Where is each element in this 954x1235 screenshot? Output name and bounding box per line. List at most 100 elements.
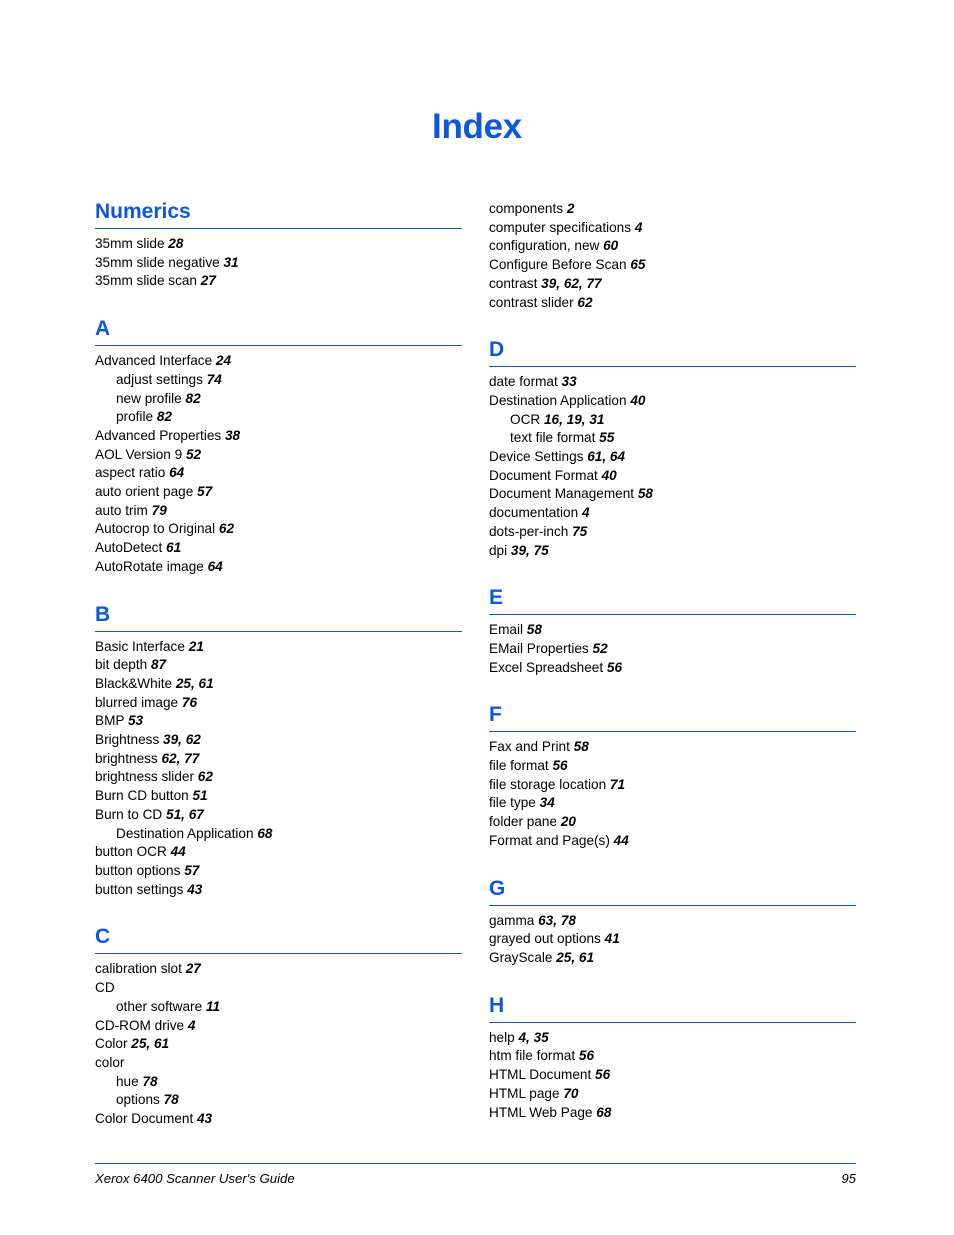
index-entry-pages[interactable]: 28: [168, 236, 183, 251]
index-entry[interactable]: contrast 39, 62, 77: [489, 275, 856, 294]
index-entry-pages[interactable]: 70: [563, 1086, 578, 1101]
index-entry-pages[interactable]: 38: [225, 428, 240, 443]
index-entry-pages[interactable]: 44: [171, 844, 186, 859]
index-entry[interactable]: date format 33: [489, 373, 856, 392]
index-entry[interactable]: Advanced Interface 24: [95, 352, 462, 371]
index-entry-pages[interactable]: 74: [207, 372, 222, 387]
index-entry[interactable]: dots-per-inch 75: [489, 523, 856, 542]
index-entry-pages[interactable]: 16, 19, 31: [544, 412, 604, 427]
index-entry-pages[interactable]: 39, 62: [163, 732, 201, 747]
index-entry[interactable]: file storage location 71: [489, 776, 856, 795]
index-sub-entry[interactable]: text file format 55: [489, 429, 856, 448]
index-entry-pages[interactable]: 21: [189, 639, 204, 654]
index-entry-pages[interactable]: 56: [607, 660, 622, 675]
index-entry[interactable]: blurred image 76: [95, 694, 462, 713]
index-entry[interactable]: HTML page 70: [489, 1085, 856, 1104]
index-entry[interactable]: BMP 53: [95, 712, 462, 731]
index-entry[interactable]: Brightness 39, 62: [95, 731, 462, 750]
index-entry[interactable]: contrast slider 62: [489, 294, 856, 313]
index-entry-pages[interactable]: 34: [540, 795, 555, 810]
index-entry-pages[interactable]: 25, 61: [131, 1036, 169, 1051]
index-entry[interactable]: HTML Document 56: [489, 1066, 856, 1085]
index-entry-pages[interactable]: 52: [593, 641, 608, 656]
index-entry[interactable]: Document Format 40: [489, 467, 856, 486]
index-entry-pages[interactable]: 63, 78: [538, 913, 576, 928]
index-entry[interactable]: Burn to CD 51, 67: [95, 806, 462, 825]
index-entry[interactable]: Burn CD button 51: [95, 787, 462, 806]
index-entry[interactable]: Email 58: [489, 621, 856, 640]
index-entry[interactable]: AutoDetect 61: [95, 539, 462, 558]
index-entry[interactable]: brightness slider 62: [95, 768, 462, 787]
index-entry[interactable]: components 2: [489, 200, 856, 219]
index-entry-pages[interactable]: 61: [166, 540, 181, 555]
index-entry[interactable]: AOL Version 9 52: [95, 446, 462, 465]
index-entry[interactable]: Configure Before Scan 65: [489, 256, 856, 275]
index-entry-pages[interactable]: 27: [186, 961, 201, 976]
index-sub-entry[interactable]: adjust settings 74: [95, 371, 462, 390]
index-entry[interactable]: file type 34: [489, 794, 856, 813]
index-entry-pages[interactable]: 71: [610, 777, 625, 792]
index-entry-pages[interactable]: 58: [638, 486, 653, 501]
index-entry-pages[interactable]: 61, 64: [587, 449, 625, 464]
index-entry[interactable]: Document Management 58: [489, 485, 856, 504]
index-entry-pages[interactable]: 25, 61: [176, 676, 214, 691]
index-entry-pages[interactable]: 31: [223, 255, 238, 270]
index-entry-pages[interactable]: 55: [599, 430, 614, 445]
index-entry[interactable]: HTML Web Page 68: [489, 1104, 856, 1123]
index-entry-pages[interactable]: 79: [152, 503, 167, 518]
index-entry[interactable]: Basic Interface 21: [95, 638, 462, 657]
index-entry-pages[interactable]: 53: [128, 713, 143, 728]
index-sub-entry[interactable]: Destination Application 68: [95, 825, 462, 844]
index-entry[interactable]: brightness 62, 77: [95, 750, 462, 769]
index-entry[interactable]: computer specifications 4: [489, 219, 856, 238]
index-entry[interactable]: Format and Page(s) 44: [489, 832, 856, 851]
index-entry-pages[interactable]: 40: [630, 393, 645, 408]
index-entry-pages[interactable]: 62: [577, 295, 592, 310]
index-entry-pages[interactable]: 62: [198, 769, 213, 784]
index-entry[interactable]: Fax and Print 58: [489, 738, 856, 757]
index-entry[interactable]: Black&White 25, 61: [95, 675, 462, 694]
index-entry-pages[interactable]: 27: [201, 273, 216, 288]
index-entry-pages[interactable]: 82: [186, 391, 201, 406]
index-entry[interactable]: button OCR 44: [95, 843, 462, 862]
index-entry-pages[interactable]: 51, 67: [166, 807, 204, 822]
index-entry[interactable]: button options 57: [95, 862, 462, 881]
index-entry[interactable]: aspect ratio 64: [95, 464, 462, 483]
index-entry[interactable]: file format 56: [489, 757, 856, 776]
index-entry[interactable]: Device Settings 61, 64: [489, 448, 856, 467]
index-entry-pages[interactable]: 41: [605, 931, 620, 946]
index-entry[interactable]: Autocrop to Original 62: [95, 520, 462, 539]
index-entry[interactable]: CD-ROM drive 4: [95, 1017, 462, 1036]
index-entry-pages[interactable]: 39, 75: [511, 543, 549, 558]
index-entry-pages[interactable]: 56: [579, 1048, 594, 1063]
index-entry[interactable]: auto trim 79: [95, 502, 462, 521]
index-sub-entry[interactable]: new profile 82: [95, 390, 462, 409]
index-entry[interactable]: documentation 4: [489, 504, 856, 523]
index-entry-pages[interactable]: 62: [219, 521, 234, 536]
index-entry-pages[interactable]: 76: [182, 695, 197, 710]
index-entry[interactable]: grayed out options 41: [489, 930, 856, 949]
index-entry-pages[interactable]: 78: [164, 1092, 179, 1107]
index-entry-pages[interactable]: 57: [197, 484, 212, 499]
index-entry-pages[interactable]: 33: [562, 374, 577, 389]
index-entry[interactable]: Excel Spreadsheet 56: [489, 659, 856, 678]
index-entry-pages[interactable]: 4: [188, 1018, 196, 1033]
index-entry-pages[interactable]: 68: [596, 1105, 611, 1120]
index-entry-pages[interactable]: 4: [582, 505, 590, 520]
index-entry[interactable]: auto orient page 57: [95, 483, 462, 502]
index-entry[interactable]: 35mm slide 28: [95, 235, 462, 254]
index-entry[interactable]: 35mm slide scan 27: [95, 272, 462, 291]
index-entry-pages[interactable]: 56: [552, 758, 567, 773]
index-entry-pages[interactable]: 87: [151, 657, 166, 672]
index-entry-pages[interactable]: 65: [630, 257, 645, 272]
index-entry-pages[interactable]: 4: [635, 220, 643, 235]
index-entry-pages[interactable]: 68: [257, 826, 272, 841]
index-entry-pages[interactable]: 58: [574, 739, 589, 754]
index-sub-entry[interactable]: options 78: [95, 1091, 462, 1110]
index-entry-pages[interactable]: 57: [184, 863, 199, 878]
index-entry[interactable]: htm file format 56: [489, 1047, 856, 1066]
index-entry[interactable]: bit depth 87: [95, 656, 462, 675]
index-entry-pages[interactable]: 11: [206, 999, 220, 1014]
index-entry[interactable]: 35mm slide negative 31: [95, 254, 462, 273]
index-entry-pages[interactable]: 20: [561, 814, 576, 829]
